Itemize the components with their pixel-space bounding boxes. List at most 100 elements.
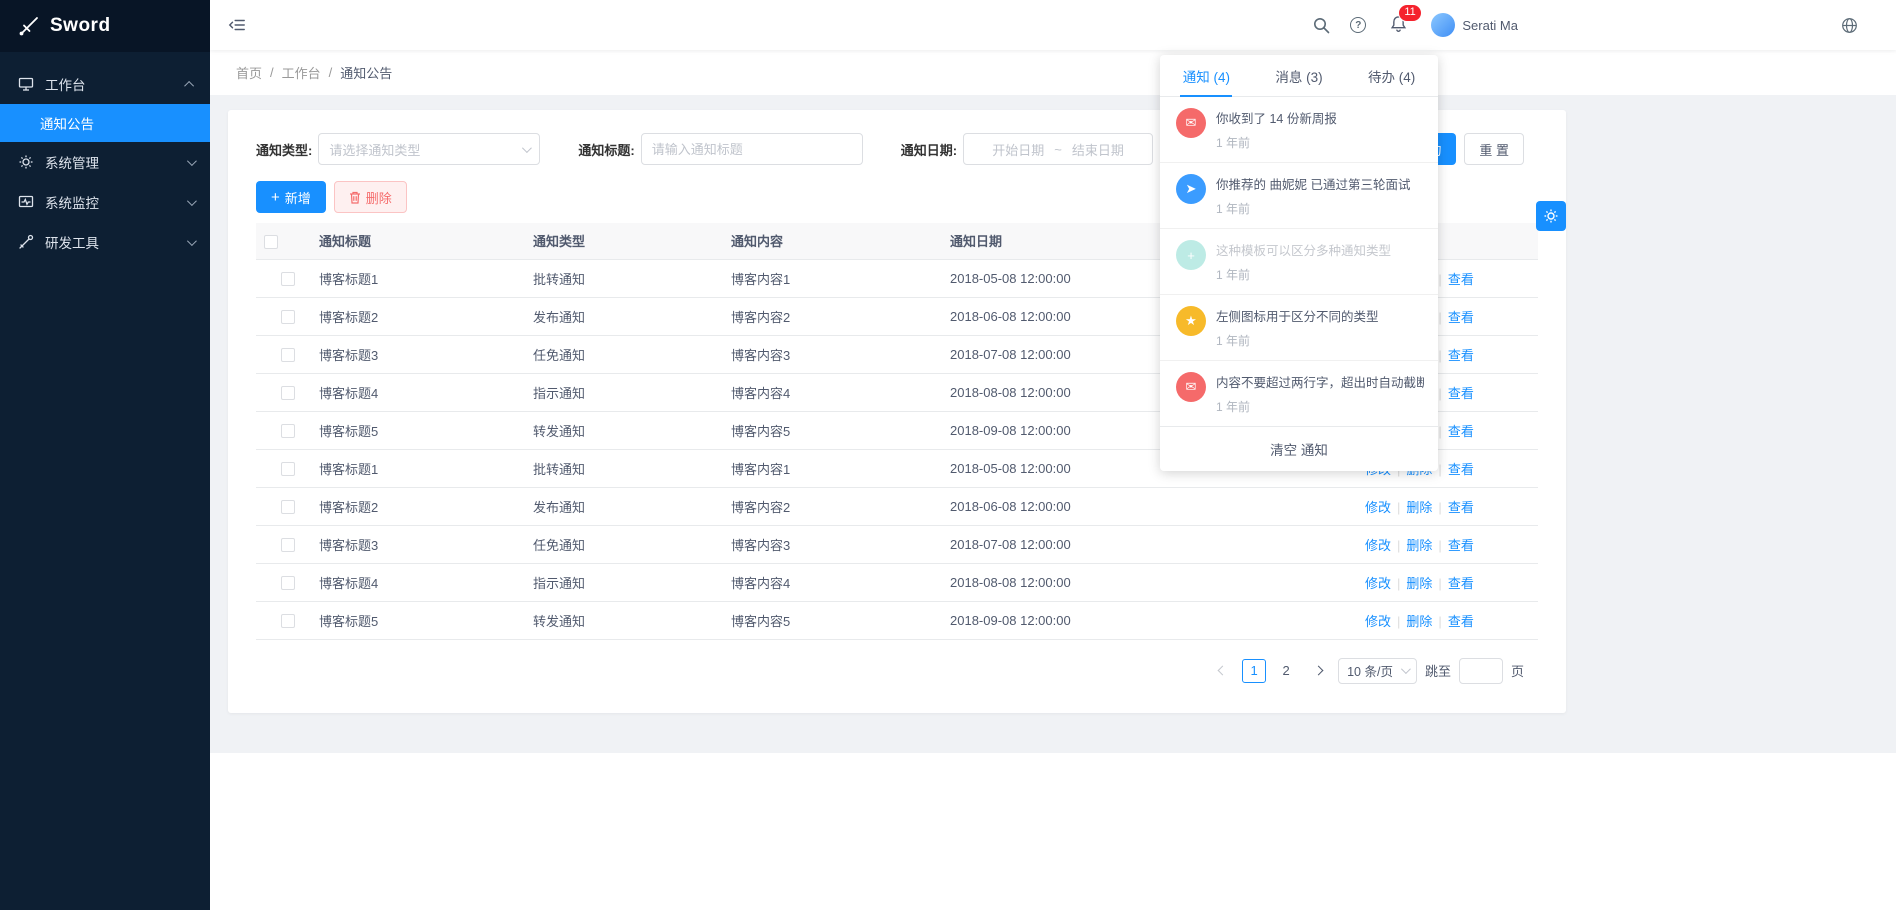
action-divider: | [1438,386,1441,401]
column-header-title: 通知标题 [311,223,525,259]
reset-button[interactable]: 重 置 [1464,133,1524,165]
row-view-link[interactable]: 查看 [1448,500,1474,515]
notice-title-label: 通知标题: [578,140,634,159]
notice-date-range-picker[interactable]: 开始日期 ~ 结束日期 [963,133,1153,165]
logo[interactable]: Sword [0,0,210,52]
sidebar-item-dev-tools[interactable]: 研发工具 [0,222,210,262]
row-checkbox[interactable] [281,424,295,438]
cell-content: 博客内容5 [723,601,942,639]
row-edit-link[interactable]: 修改 [1365,538,1391,553]
breadcrumb-home[interactable]: 首页 [236,63,262,82]
cell-actions: 修改|删除|查看 [1357,525,1538,563]
row-checkbox[interactable] [281,538,295,552]
row-view-link[interactable]: 查看 [1448,310,1474,325]
sidebar-item-workbench[interactable]: 工作台 [0,64,210,104]
row-checkbox[interactable] [281,348,295,362]
cell-title: 博客标题3 [311,335,525,373]
notification-item[interactable]: ➤ 你推荐的 曲妮妮 已通过第三轮面试 1 年前 [1160,163,1438,229]
sidebar-item-notice[interactable]: 通知公告 [0,104,210,142]
sidebar-item-system-manage[interactable]: 系统管理 [0,142,210,182]
select-all-checkbox[interactable] [264,235,278,249]
cell-type: 任免通知 [525,335,723,373]
clear-notifications-button[interactable]: 清空 通知 [1160,426,1438,471]
row-checkbox[interactable] [281,272,295,286]
next-page-button[interactable] [1306,659,1330,683]
gear-icon [18,154,34,170]
notice-title-input[interactable] [652,142,852,157]
row-view-link[interactable]: 查看 [1448,614,1474,629]
notification-time: 1 年前 [1216,398,1424,415]
page-1-button[interactable]: 1 [1242,659,1266,683]
page-2-button[interactable]: 2 [1274,659,1298,683]
date-end-placeholder: 结束日期 [1072,140,1124,159]
language-globe-icon[interactable] [1840,16,1858,34]
chevron-up-icon [184,80,194,90]
notification-title: 左侧图标用于区分不同的类型 [1216,306,1379,325]
notification-item[interactable]: ★ 左侧图标用于区分不同的类型 1 年前 [1160,295,1438,361]
row-edit-link[interactable]: 修改 [1365,576,1391,591]
add-button[interactable]: + 新增 [256,181,326,213]
notification-item[interactable]: ✉ 内容不要超过两行字，超出时自动截断 1 年前 [1160,361,1438,426]
cell-type: 批转通知 [525,449,723,487]
page-size-value: 10 条/页 [1347,661,1393,680]
username: Serati Ma [1462,18,1518,33]
row-view-link[interactable]: 查看 [1448,576,1474,591]
row-checkbox[interactable] [281,462,295,476]
row-delete-link[interactable]: 删除 [1406,576,1432,591]
row-checkbox[interactable] [281,614,295,628]
breadcrumb-workbench[interactable]: 工作台 [282,63,321,82]
settings-gear-button[interactable] [1536,201,1566,231]
collapse-sidebar-icon[interactable] [228,16,246,34]
prev-page-button[interactable] [1210,659,1234,683]
row-view-link[interactable]: 查看 [1448,424,1474,439]
tab-todos[interactable]: 待办 (4) [1345,55,1438,96]
row-view-link[interactable]: 查看 [1448,272,1474,287]
search-icon[interactable] [1312,16,1330,34]
pagination: 1 2 10 条/页 跳至 页 [256,658,1524,684]
row-checkbox[interactable] [281,386,295,400]
sidebar-item-system-monitor[interactable]: 系统监控 [0,182,210,222]
plus-icon: + [1176,240,1206,270]
cell-type: 任免通知 [525,525,723,563]
notification-item[interactable]: + 这种模板可以区分多种通知类型 1 年前 [1160,229,1438,295]
user-menu[interactable]: Serati Ma [1431,13,1518,37]
page-size-select[interactable]: 10 条/页 [1338,658,1417,684]
sidebar-item-label: 系统监控 [45,192,176,212]
notification-time: 1 年前 [1216,200,1410,217]
row-view-link[interactable]: 查看 [1448,348,1474,363]
notification-bell[interactable]: 11 [1386,13,1411,38]
notice-type-select[interactable]: 请选择通知类型 [318,133,540,165]
delete-button[interactable]: 删除 [334,181,407,213]
row-view-link[interactable]: 查看 [1448,386,1474,401]
row-delete-link[interactable]: 删除 [1406,500,1432,515]
row-view-link[interactable]: 查看 [1448,462,1474,477]
sidebar-item-label: 系统管理 [45,152,176,172]
jump-suffix: 页 [1511,661,1524,680]
row-checkbox[interactable] [281,576,295,590]
cell-content: 博客内容4 [723,373,942,411]
header-actions: ? 11 Serati Ma [1312,13,1518,38]
sidebar-item-label: 通知公告 [40,113,94,133]
cell-type: 批转通知 [525,259,723,297]
row-delete-link[interactable]: 删除 [1406,538,1432,553]
row-checkbox[interactable] [281,500,295,514]
cell-type: 转发通知 [525,601,723,639]
row-view-link[interactable]: 查看 [1448,538,1474,553]
row-edit-link[interactable]: 修改 [1365,614,1391,629]
notification-item[interactable]: ✉ 你收到了 14 份新周报 1 年前 [1160,97,1438,163]
breadcrumb-separator: / [270,65,274,80]
cell-title: 博客标题1 [311,449,525,487]
row-delete-link[interactable]: 删除 [1406,614,1432,629]
notice-date-label: 通知日期: [901,140,957,159]
row-edit-link[interactable]: 修改 [1365,500,1391,515]
row-checkbox[interactable] [281,310,295,324]
tab-messages[interactable]: 消息 (3) [1253,55,1346,96]
add-button-label: 新增 [285,188,311,207]
cell-type: 转发通知 [525,411,723,449]
tab-notices[interactable]: 通知 (4) [1160,55,1253,96]
help-icon[interactable]: ? [1350,17,1366,33]
jump-page-input[interactable] [1459,658,1503,684]
app-root: Sword 工作台 通知公告 [0,0,1896,910]
cell-title: 博客标题2 [311,297,525,335]
content-area: 通知类型: 请选择通知类型 通知标题: 通知日期: 开始日期 ~ 结束日期 查 … [210,95,1896,753]
